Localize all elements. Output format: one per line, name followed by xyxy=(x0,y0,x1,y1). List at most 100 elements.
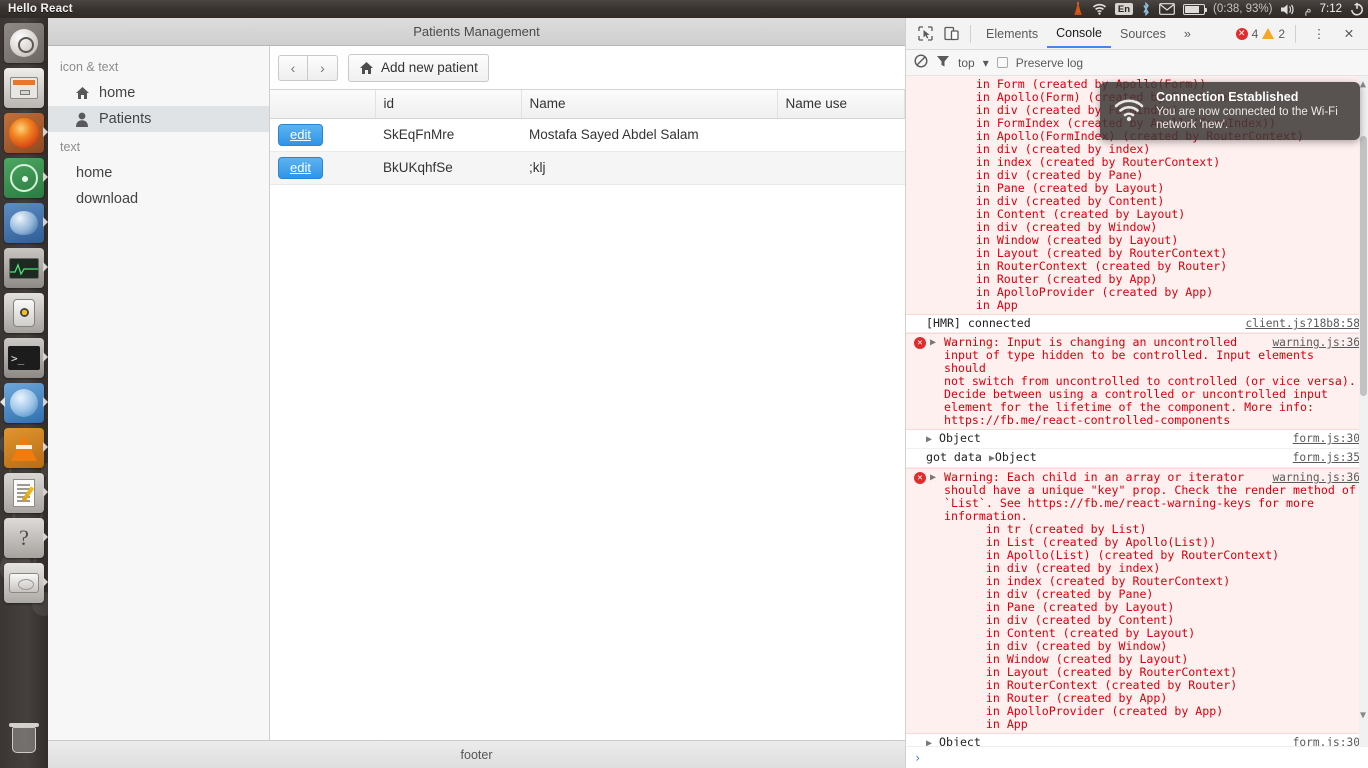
patients-table: id Name Name use edit SkEqFnMre Mostafa … xyxy=(270,90,905,185)
tab-more-icon[interactable]: » xyxy=(1175,20,1200,47)
error-count-badge[interactable]: ✕ 4 xyxy=(1235,27,1258,41)
console-message[interactable]: ▶ Object form.js:30 xyxy=(906,430,1368,449)
devtools-menu-icon[interactable]: ⋮ xyxy=(1306,21,1332,47)
nav-button-group: ‹ › xyxy=(278,54,338,81)
tab-elements[interactable]: Elements xyxy=(977,20,1047,47)
preserve-log-checkbox[interactable] xyxy=(996,57,1008,68)
toast-text: Connection Established You are now conne… xyxy=(1156,90,1348,132)
console-context-selector[interactable]: top xyxy=(958,56,975,70)
page-title: Patients Management xyxy=(48,18,905,46)
launcher-item-chromium[interactable] xyxy=(0,383,48,423)
back-button[interactable]: ‹ xyxy=(278,54,308,81)
filter-icon[interactable] xyxy=(936,54,950,71)
console-message-text: Warning: Each child in an array or itera… xyxy=(944,470,1356,731)
inspect-element-icon[interactable] xyxy=(912,21,938,47)
scroll-up-icon[interactable]: ▲ xyxy=(1360,78,1366,91)
table-header-row: id Name Name use xyxy=(270,90,905,119)
close-icon[interactable]: ✕ xyxy=(1336,21,1362,47)
device-toolbar-icon[interactable] xyxy=(938,21,964,47)
launcher-item-audio[interactable] xyxy=(4,293,44,333)
launcher-item-ubuntu-dash[interactable] xyxy=(4,23,44,63)
console-output[interactable]: in Form (created by Apollo(Form)) in Apo… xyxy=(906,76,1368,746)
console-source-link[interactable]: form.js:30 xyxy=(1293,736,1360,746)
wifi-icon[interactable] xyxy=(1092,0,1107,18)
console-message[interactable]: ▶ Object form.js:30 xyxy=(906,734,1368,747)
thunderbird-icon xyxy=(10,211,38,235)
console-prompt[interactable]: › xyxy=(906,746,1368,768)
mail-icon[interactable] xyxy=(1159,0,1175,18)
console-source-link[interactable]: client.js?18b8:58 xyxy=(1245,317,1360,330)
tab-sources[interactable]: Sources xyxy=(1111,20,1175,47)
column-header-id[interactable]: id xyxy=(375,90,522,119)
error-icon: ✕ xyxy=(1235,27,1248,40)
edit-button[interactable]: edit xyxy=(278,156,323,179)
launcher-item-atom[interactable] xyxy=(4,158,48,198)
cell-id: BkUKqhfSe xyxy=(375,151,521,185)
add-new-patient-button[interactable]: Add new patient xyxy=(348,53,489,82)
table-row[interactable]: edit BkUKqhfSe ;klj xyxy=(270,151,905,185)
expand-arrow-icon[interactable]: ▶ xyxy=(926,434,932,445)
volume-icon[interactable] xyxy=(1280,0,1296,18)
column-header-name[interactable]: Name xyxy=(521,90,778,119)
console-source-link[interactable]: form.js:30 xyxy=(1293,432,1360,445)
console-message[interactable]: ✕ ▶ Warning: Input is changing an uncont… xyxy=(906,333,1368,430)
launcher-item-firefox[interactable] xyxy=(4,113,48,153)
column-header-name-use[interactable]: Name use xyxy=(777,90,905,119)
expand-arrow-icon[interactable]: ▶ xyxy=(930,336,936,349)
battery-icon[interactable] xyxy=(1183,0,1208,18)
keyboard-layout-indicator[interactable]: En xyxy=(1114,3,1134,15)
expand-arrow-icon[interactable]: ▶ xyxy=(926,738,932,746)
launcher-item-text-editor[interactable] xyxy=(4,473,48,513)
column-header-action[interactable] xyxy=(270,90,376,119)
system-tray: En (0:38, 93%) م 7:12 xyxy=(1072,0,1364,18)
console-source-link[interactable]: form.js:35 xyxy=(1293,451,1360,464)
cell-name: Mostafa Sayed Abdel Salam xyxy=(521,118,777,152)
sidebar-item-download[interactable]: download xyxy=(48,186,269,212)
console-source-link[interactable]: warning.js:36 xyxy=(1272,471,1360,484)
clock-locale: م xyxy=(1304,4,1312,16)
cell-id: SkEqFnMre xyxy=(375,118,521,152)
page-footer: footer xyxy=(48,740,905,768)
launcher-item-terminal[interactable]: >_ xyxy=(4,338,48,378)
sidebar-item-home-icon[interactable]: home xyxy=(48,80,269,106)
warning-count: 2 xyxy=(1278,26,1285,41)
console-message[interactable]: [HMR] connected client.js?18b8:58 xyxy=(906,315,1368,333)
console-source-link[interactable]: warning.js:36 xyxy=(1272,336,1360,349)
bluetooth-icon[interactable] xyxy=(1141,0,1151,18)
table-row[interactable]: edit SkEqFnMre Mostafa Sayed Abdel Salam xyxy=(270,118,905,152)
scrollbar-thumb[interactable] xyxy=(1360,136,1367,396)
table-header: id Name Name use xyxy=(270,90,905,119)
sidebar-item-home-text[interactable]: home xyxy=(48,160,269,186)
launcher-item-help[interactable]: ? xyxy=(4,518,48,558)
launcher-item-files[interactable] xyxy=(4,68,44,108)
launcher-item-system-monitor[interactable] xyxy=(4,248,48,288)
cell-action: edit xyxy=(270,151,375,185)
chevron-down-icon[interactable]: ▾ xyxy=(983,56,989,70)
text-editor-icon xyxy=(13,479,35,507)
add-new-patient-label: Add new patient xyxy=(381,60,478,75)
launcher-item-vlc[interactable] xyxy=(4,428,48,468)
scroll-down-icon[interactable]: ▼ xyxy=(1360,709,1366,722)
forward-button[interactable]: › xyxy=(308,54,338,81)
tab-console[interactable]: Console xyxy=(1047,19,1111,48)
edit-button[interactable]: edit xyxy=(278,123,323,146)
console-scrollbar[interactable]: ▲ ▼ xyxy=(1359,76,1368,746)
console-message[interactable]: ✕ ▶ Warning: Each child in an array or i… xyxy=(906,468,1368,734)
launcher-item-thunderbird[interactable] xyxy=(4,203,48,243)
expand-arrow-icon[interactable]: ▶ xyxy=(930,471,936,484)
warning-count-badge[interactable]: 2 xyxy=(1262,27,1285,41)
table-body: edit SkEqFnMre Mostafa Sayed Abdel Salam… xyxy=(270,118,905,185)
terminal-icon: >_ xyxy=(8,346,40,370)
console-message-text: Warning: Input is changing an uncontroll… xyxy=(944,335,1356,427)
power-icon[interactable] xyxy=(1350,0,1364,18)
wifi-icon xyxy=(1112,98,1146,124)
console-message[interactable]: got data ▶Object form.js:35 xyxy=(906,449,1368,468)
launcher-item-disk[interactable] xyxy=(4,563,48,603)
clear-console-icon[interactable] xyxy=(914,54,928,71)
person-icon xyxy=(74,111,90,127)
launcher-item-trash[interactable] xyxy=(4,720,44,760)
sidebar-item-label: download xyxy=(76,191,139,207)
sidebar-item-patients[interactable]: Patients xyxy=(48,106,269,132)
clock[interactable]: 7:12 xyxy=(1320,3,1342,15)
redshift-icon[interactable] xyxy=(1072,0,1084,18)
